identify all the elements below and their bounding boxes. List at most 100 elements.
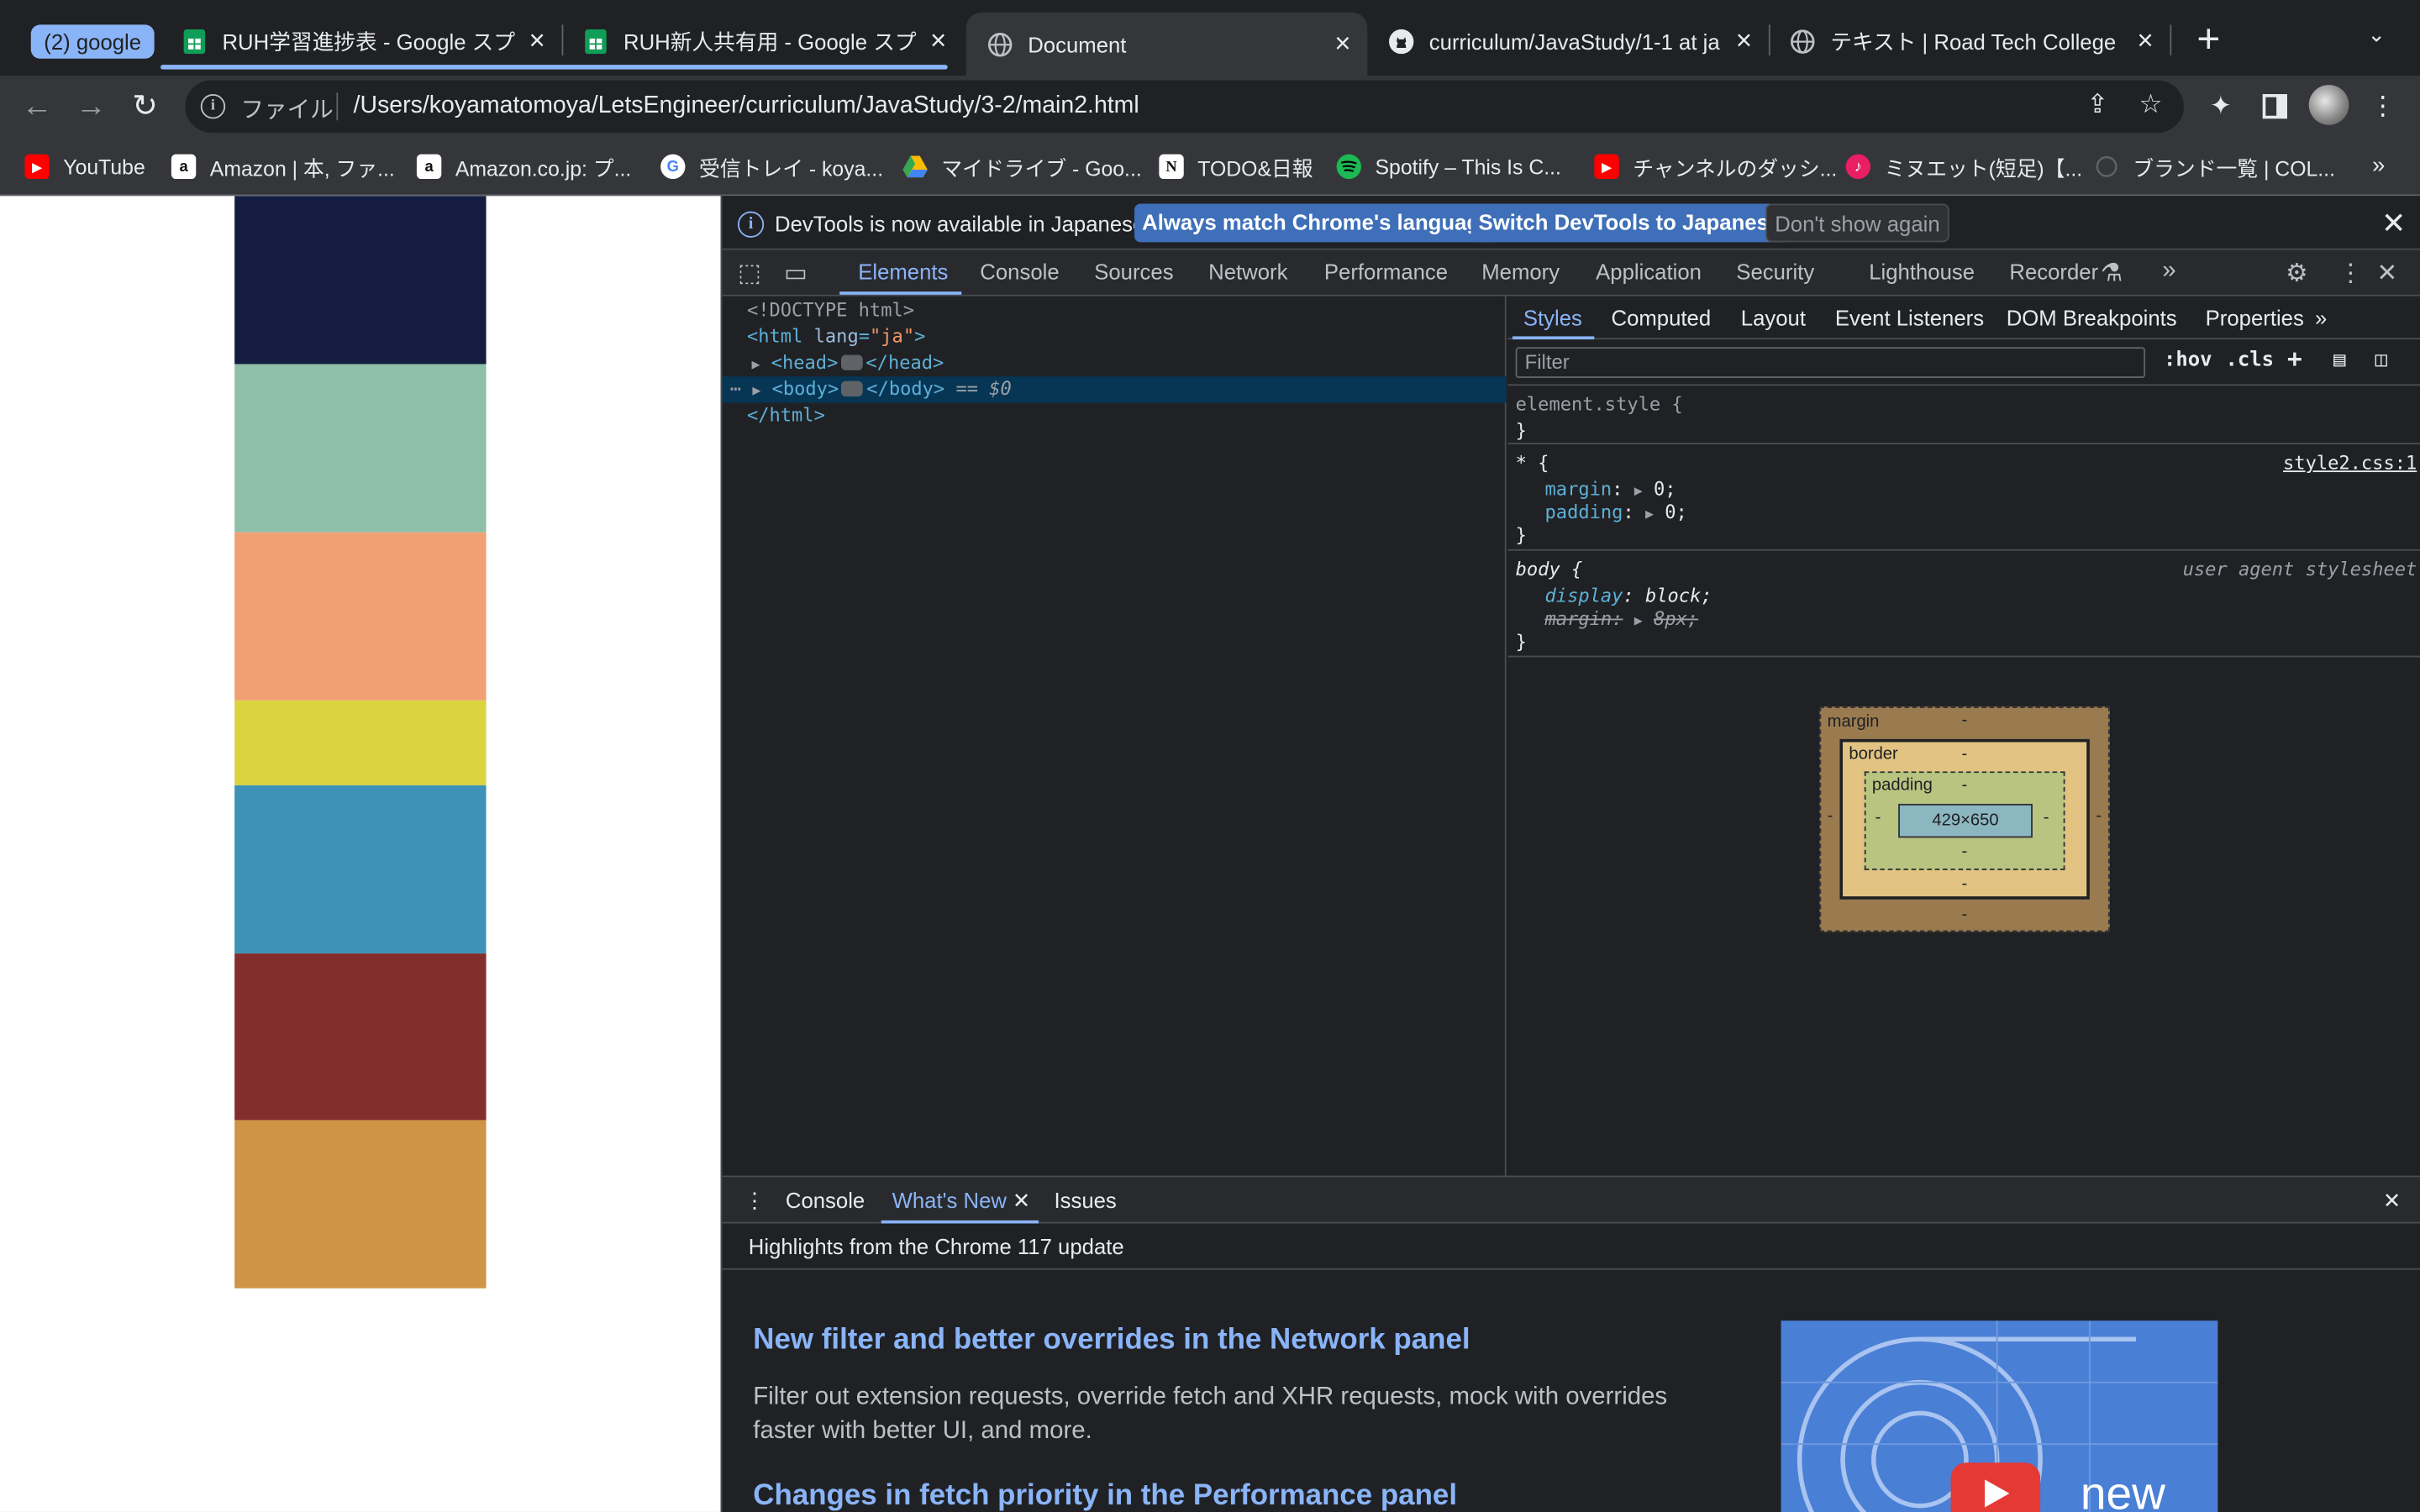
- dom-doctype[interactable]: <!DOCTYPE html>: [723, 297, 1507, 323]
- settings-gear-icon[interactable]: ⚙: [2286, 258, 2307, 289]
- bookmark-youtube[interactable]: ▶ YouTube: [24, 153, 145, 181]
- tab-close-icon[interactable]: ×: [2127, 24, 2164, 57]
- forward-button[interactable]: →: [72, 88, 109, 125]
- devtools-menu-icon[interactable]: ⋮: [2338, 258, 2363, 289]
- more-subtabs-icon[interactable]: »: [2315, 306, 2327, 330]
- expand-triangle-icon[interactable]: ▶: [1634, 614, 1643, 629]
- tab-sources[interactable]: Sources: [1094, 260, 1173, 284]
- drawer-tab-issues[interactable]: Issues: [1054, 1188, 1116, 1212]
- reload-button[interactable]: ↻: [127, 88, 164, 125]
- bookmark-spotify[interactable]: Spotify – This Is C...: [1336, 153, 1561, 181]
- site-info-icon[interactable]: i: [200, 94, 226, 119]
- css-prop-display[interactable]: display: [1545, 585, 1623, 606]
- bookmark-google-drive[interactable]: マイドライブ - Goo...: [902, 153, 1142, 181]
- bookmark-brand-list[interactable]: ブランド一覧 | COL...: [2094, 153, 2335, 181]
- css-value[interactable]: 0;: [1665, 501, 1687, 523]
- expand-triangle-icon[interactable]: ▶: [1645, 507, 1654, 522]
- margin-top-value[interactable]: -: [1961, 711, 1967, 730]
- more-tabs-icon[interactable]: »: [2162, 258, 2175, 286]
- whats-new-heading-performance[interactable]: Changes in fetch priority in the Perform…: [753, 1479, 1457, 1512]
- expand-triangle-icon[interactable]: ▶: [751, 358, 760, 373]
- tab-road-tech-college[interactable]: テキスト | Road Tech College ×: [1769, 13, 2170, 70]
- tab-network[interactable]: Network: [1208, 260, 1287, 284]
- css-value[interactable]: 0;: [1654, 478, 1676, 500]
- tab-elements[interactable]: Elements: [858, 260, 948, 284]
- profile-avatar[interactable]: [2308, 85, 2349, 125]
- padding-top-value[interactable]: -: [1961, 776, 1967, 795]
- tab-document[interactable]: Document ×: [965, 12, 1368, 76]
- bookmark-gmail-inbox[interactable]: G 受信トレイ - koya...: [660, 153, 883, 181]
- tab-search-chevron-icon[interactable]: ⌄: [2367, 22, 2386, 48]
- switch-to-japanese-button[interactable]: Switch DevTools to Japanese: [1470, 203, 1789, 243]
- collapsed-ellipsis-icon[interactable]: [841, 380, 864, 396]
- margin-bottom-value[interactable]: -: [1961, 906, 1967, 924]
- back-button[interactable]: ←: [18, 88, 55, 125]
- tab-ruh-shared[interactable]: RUH新人共有用 - Google スプレ ×: [562, 13, 964, 70]
- border-top-value[interactable]: -: [1961, 745, 1967, 764]
- tab-lighthouse[interactable]: Lighthouse: [1869, 260, 1975, 284]
- dom-body-selected[interactable]: ⋯ ▶ <body> </body> == $0: [722, 376, 1507, 403]
- subtab-styles[interactable]: Styles: [1523, 306, 1582, 330]
- css-prop-padding[interactable]: padding: [1545, 501, 1623, 523]
- extensions-puzzle-icon[interactable]: ✦: [2202, 88, 2239, 125]
- tab-application[interactable]: Application: [1596, 260, 1702, 284]
- bookmark-star-icon[interactable]: ☆: [2139, 90, 2163, 121]
- rule-source-link[interactable]: style2.css:1: [2283, 452, 2417, 474]
- always-match-language-button[interactable]: Always match Chrome's language: [1134, 203, 1500, 243]
- bookmark-minuet[interactable]: ♪ ミヌエット(短足)【...: [1845, 153, 2082, 181]
- tab-recorder[interactable]: Recorder: [2009, 260, 2098, 284]
- rule-selector[interactable]: element.style {: [1516, 393, 1683, 415]
- subtab-event-listeners[interactable]: Event Listeners: [1835, 306, 1984, 330]
- collapsed-ellipsis-icon[interactable]: [841, 354, 863, 370]
- bookmarks-overflow-icon[interactable]: »: [2372, 153, 2385, 179]
- subtab-layout[interactable]: Layout: [1741, 306, 1806, 330]
- tab-github-curriculum[interactable]: curriculum/JavaStudy/1-1 at ja ×: [1367, 13, 1769, 70]
- expand-triangle-icon[interactable]: ▶: [1634, 485, 1643, 500]
- paint-brush-icon[interactable]: ▤: [2333, 349, 2345, 372]
- bookmark-notion-todo[interactable]: N TODO&日報: [1159, 153, 1313, 181]
- rule-selector[interactable]: * {: [1516, 452, 1549, 474]
- tab-close-icon[interactable]: ×: [1324, 28, 1361, 60]
- tab-close-icon[interactable]: ×: [920, 24, 957, 57]
- tab-close-icon[interactable]: ×: [518, 24, 555, 57]
- css-value[interactable]: block;: [1645, 585, 1712, 606]
- cls-toggle[interactable]: .cls: [2226, 349, 2275, 372]
- padding-right-value[interactable]: -: [2044, 808, 2049, 827]
- youtube-play-icon[interactable]: [1950, 1462, 2041, 1512]
- tab-close-icon[interactable]: ×: [1725, 24, 1762, 57]
- bookmark-youtube-studio[interactable]: ▶ チャンネルのダッシ...: [1594, 153, 1837, 181]
- padding-left-value[interactable]: -: [1876, 808, 1881, 827]
- subtab-dom-breakpoints[interactable]: DOM Breakpoints: [2007, 306, 2177, 330]
- address-url[interactable]: /Users/koyamatomoya/LetsEngineer/curricu…: [354, 92, 1139, 120]
- margin-left-value[interactable]: -: [1828, 807, 1833, 826]
- box-model-content-size[interactable]: 429×650: [1898, 803, 2033, 838]
- tab-console[interactable]: Console: [980, 260, 1059, 284]
- tab-security[interactable]: Security: [1736, 260, 1814, 284]
- tab-performance[interactable]: Performance: [1324, 260, 1448, 284]
- inspect-element-icon[interactable]: ⬚: [738, 258, 761, 289]
- tab-group-chip[interactable]: (2) google: [30, 24, 155, 59]
- drawer-tab-console[interactable]: Console: [786, 1188, 865, 1212]
- subtab-computed[interactable]: Computed: [1612, 306, 1712, 330]
- dom-html-open[interactable]: <html lang="ja">: [723, 324, 1507, 350]
- padding-bottom-value[interactable]: -: [1961, 843, 1967, 861]
- address-bar[interactable]: i ファイル /Users/koyamatomoya/LetsEngineer/…: [185, 80, 2184, 133]
- dom-html-close[interactable]: </html>: [723, 402, 1507, 428]
- device-toolbar-icon[interactable]: ▭: [784, 258, 808, 289]
- styles-filter-input[interactable]: Filter: [1515, 347, 2146, 378]
- whats-new-heading-network[interactable]: New filter and better overrides in the N…: [753, 1324, 1470, 1357]
- tab-ruh-progress[interactable]: RUH学習進捗表 - Google スプレ ×: [160, 13, 562, 70]
- css-prop-margin-overridden[interactable]: margin:: [1545, 608, 1623, 630]
- share-icon[interactable]: ⇪: [2086, 90, 2108, 121]
- drawer-menu-icon[interactable]: ⋮: [744, 1188, 765, 1214]
- infobar-close-icon[interactable]: ✕: [2381, 207, 2406, 242]
- devtools-close-icon[interactable]: ✕: [2377, 258, 2398, 289]
- dom-head[interactable]: ▶ <head> </head>: [723, 350, 1507, 376]
- css-value[interactable]: 8px;: [1654, 608, 1698, 630]
- hov-toggle[interactable]: :hov: [2164, 349, 2212, 372]
- bookmark-amazon-books[interactable]: a Amazon | 本, ファ...: [171, 153, 395, 181]
- border-bottom-value[interactable]: -: [1961, 874, 1967, 893]
- drawer-tab-whats-new[interactable]: What's New: [892, 1188, 1007, 1212]
- whats-new-video-thumbnail[interactable]: new: [1781, 1320, 2218, 1512]
- bookmark-amazon-jp[interactable]: a Amazon.co.jp: プ...: [416, 153, 631, 181]
